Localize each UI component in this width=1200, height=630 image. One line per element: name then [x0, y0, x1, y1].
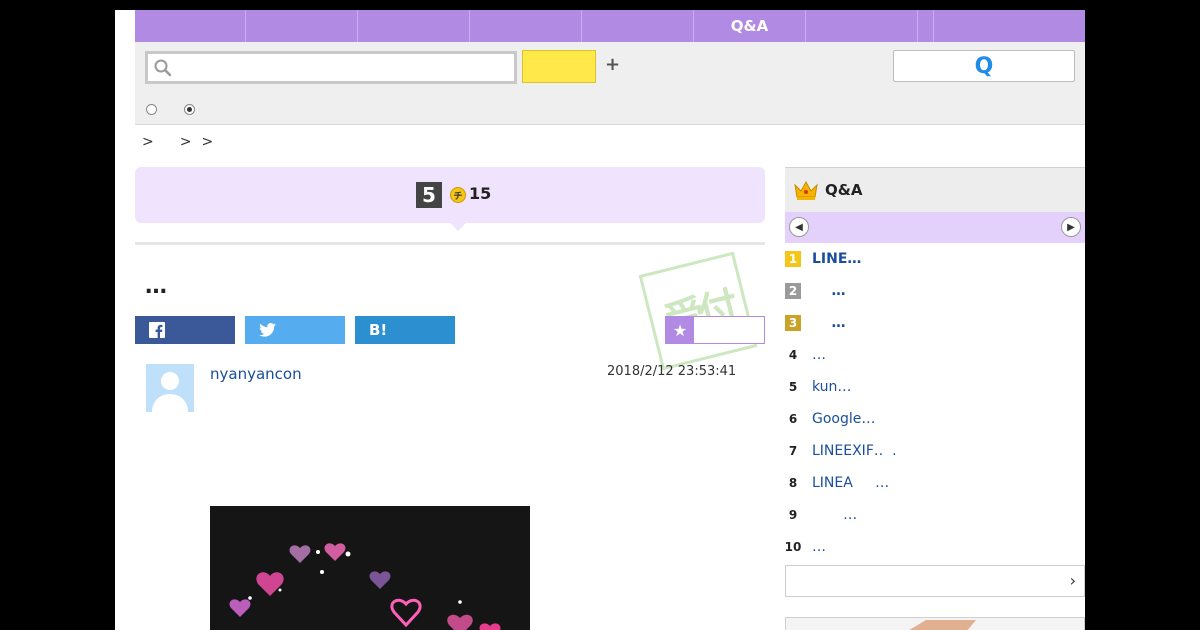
ranking-item-title[interactable]: kun…	[812, 379, 851, 395]
search-bar: + Q	[135, 42, 1085, 125]
nav-item-5[interactable]	[582, 10, 694, 42]
sidebar-ad[interactable]	[785, 617, 1085, 630]
ranking-item-title[interactable]: LINE…	[812, 251, 861, 267]
ranking-item[interactable]: 8 LINEA …	[785, 467, 1085, 499]
nav-item-9[interactable]	[934, 10, 1085, 42]
ranking-item[interactable]: 1 LINE…	[785, 243, 1085, 275]
question-title: …	[145, 274, 167, 299]
avatar[interactable]	[146, 364, 194, 412]
qa-search-button[interactable]: Q	[893, 50, 1075, 82]
breadcrumb-separator: >	[201, 134, 214, 150]
chevron-right-icon: ›	[1069, 571, 1076, 590]
nav-item-7[interactable]	[806, 10, 918, 42]
share-facebook-button[interactable]	[135, 316, 235, 344]
rank-number: 4	[788, 348, 798, 362]
post-image[interactable]	[210, 506, 530, 630]
ranking-item[interactable]: 6 Google…	[785, 403, 1085, 435]
ranking-item-title[interactable]: Google…	[812, 411, 875, 427]
user-silhouette-icon	[146, 364, 194, 412]
rank-number: 2	[785, 283, 801, 299]
plus-icon[interactable]: +	[605, 54, 620, 75]
nav-item-4[interactable]	[470, 10, 582, 42]
search-field[interactable]	[145, 51, 517, 84]
nav-item-qa[interactable]: Q&A	[694, 10, 806, 42]
hearts-image	[210, 506, 530, 630]
divider	[135, 242, 765, 245]
ranking-item[interactable]: 3 …	[785, 307, 1085, 339]
rank-number: 8	[788, 476, 798, 490]
crown-icon	[794, 180, 818, 200]
ranking-title: Q&A	[825, 181, 863, 199]
ranking-item-title[interactable]: LINEEXIF‥ .	[812, 443, 897, 459]
question-status-box: 5 チ 15	[135, 167, 765, 231]
top-nav: Q&A	[135, 10, 1085, 42]
ranking-item-title[interactable]: …	[812, 507, 857, 523]
twitter-icon	[259, 323, 276, 337]
accepting-stamp: 受付	[638, 251, 758, 371]
breadcrumb-separator: >	[142, 134, 154, 150]
share-hatena-button[interactable]: B!	[355, 316, 455, 344]
search-option-radio-1[interactable]	[146, 104, 157, 115]
ranking-list: 1 LINE… 2 … 3 … 4… 5 kun… 6 Google… 7 LINEEXIF‥ .8…	[785, 243, 1085, 563]
ranking-pager: ◀ ▶	[785, 212, 1085, 243]
bookmark-button[interactable]: ★	[665, 316, 765, 344]
ranking-item-title[interactable]: …	[812, 315, 845, 331]
breadcrumb-separator: >	[179, 134, 192, 150]
prev-arrow-icon[interactable]: ◀	[789, 217, 809, 237]
ranking-item[interactable]: 4…	[785, 339, 1085, 371]
rank-number: 7	[788, 444, 798, 458]
username-link[interactable]: nyanyancon	[210, 365, 302, 383]
rank-number: 6	[788, 412, 798, 426]
nav-item-2[interactable]	[246, 10, 358, 42]
rank-number: 1	[785, 251, 801, 267]
ad-image	[909, 620, 976, 630]
answer-count: 5	[416, 182, 442, 208]
rank-number: 3	[785, 315, 801, 331]
share-twitter-button[interactable]	[245, 316, 345, 344]
nav-item-8[interactable]	[918, 10, 934, 42]
ranking-item[interactable]: 7 LINEEXIF‥ .	[785, 435, 1085, 467]
ranking-header: Q&A	[785, 167, 1085, 212]
ranking-panel: Q&A ◀ ▶ 1 LINE… 2 … 3 … 4… 5 kun… 6 Google… 7 LINE…	[785, 167, 1085, 597]
breadcrumb: > > >	[142, 134, 213, 150]
ranking-item[interactable]: 5 kun…	[785, 371, 1085, 403]
coin-icon: チ	[450, 187, 466, 203]
post-date: 2018/2/12 23:53:41	[607, 364, 737, 379]
ranking-item[interactable]: 9 …	[785, 499, 1085, 531]
nav-item-1[interactable]	[135, 10, 246, 42]
search-input[interactable]	[180, 54, 510, 81]
ranking-more-button[interactable]: ›	[785, 565, 1085, 597]
ranking-item[interactable]: 2 …	[785, 275, 1085, 307]
search-icon	[154, 59, 172, 77]
rank-number: 10	[784, 540, 802, 554]
ranking-item-title[interactable]: …	[812, 283, 845, 299]
search-button[interactable]	[522, 50, 596, 83]
coin-value: 15	[469, 184, 492, 203]
search-option-radio-2[interactable]	[184, 104, 195, 115]
rank-number: 9	[788, 508, 798, 522]
nav-item-3[interactable]	[358, 10, 470, 42]
ranking-item-title[interactable]: …	[812, 539, 826, 555]
facebook-icon	[149, 322, 165, 338]
star-icon: ★	[666, 317, 694, 343]
rank-number: 5	[788, 380, 798, 394]
page: Q&A + Q > > > 5 チ 15 受付 … B! ★ nyanyanco…	[115, 10, 1085, 630]
ranking-item-title[interactable]: …	[812, 347, 826, 363]
next-arrow-icon[interactable]: ▶	[1061, 217, 1081, 237]
ranking-item[interactable]: 10 …	[785, 531, 1085, 563]
ranking-item-title[interactable]: LINEA …	[812, 475, 889, 491]
